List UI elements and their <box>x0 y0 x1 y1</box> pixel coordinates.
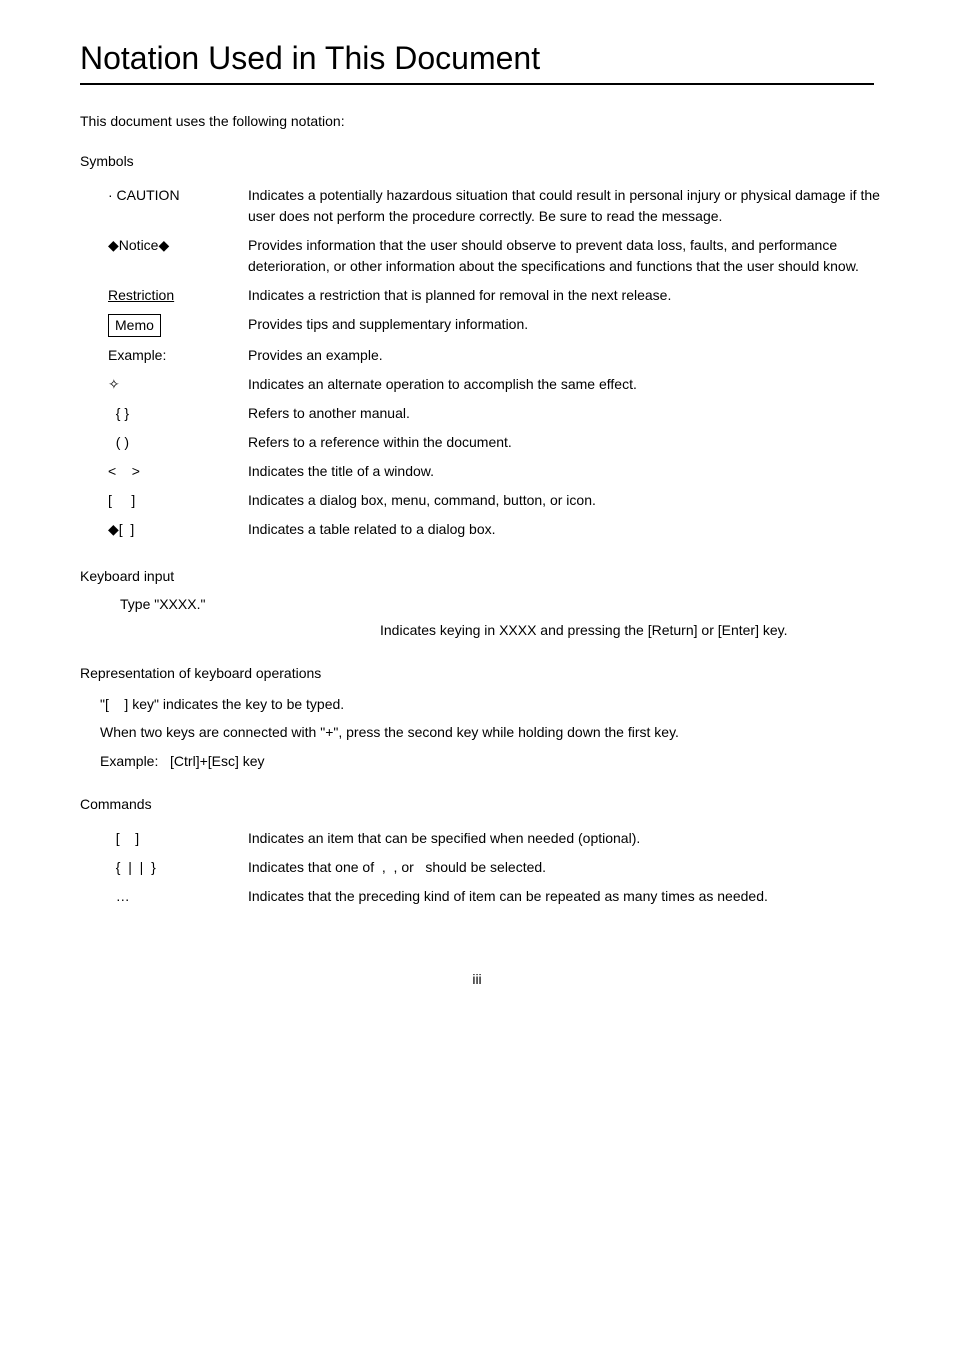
cmd-desc-ellipsis: Indicates that the preceding kind of ite… <box>240 882 894 911</box>
keyboard-desc-text: Indicates keying in XXXX and pressing th… <box>380 620 788 641</box>
keyboard-section-title: Keyboard input <box>80 568 874 584</box>
table-row: < > Indicates the title of a window. <box>100 457 894 486</box>
repr-line-2: When two keys are connected with "+", pr… <box>100 721 874 743</box>
page-footer: iii <box>80 971 874 987</box>
symbol-restriction: Restriction <box>100 281 240 310</box>
table-row: ◆[ ] Indicates a table related to a dial… <box>100 515 894 544</box>
table-row: … Indicates that the preceding kind of i… <box>100 882 894 911</box>
symbol-angle: < > <box>100 457 240 486</box>
repr-line-1: "[ ] key" indicates the key to be typed. <box>100 693 874 715</box>
desc-caution: Indicates a potentially hazardous situat… <box>240 181 894 231</box>
cmd-symbol-ellipsis: … <box>100 882 240 911</box>
table-row: { | | } Indicates that one of , , or sho… <box>100 853 894 882</box>
symbol-caution: · CAUTION <box>100 181 240 231</box>
desc-diamond: Indicates an alternate operation to acco… <box>240 370 894 399</box>
table-row: [ ] Indicates an item that can be specif… <box>100 824 894 853</box>
commands-section-title: Commands <box>80 796 874 812</box>
type-line-text: Type "XXXX." <box>120 596 205 612</box>
table-row: [ ] Indicates a dialog box, menu, comman… <box>100 486 894 515</box>
symbol-diamond: ✧ <box>100 370 240 399</box>
table-row: ( ) Refers to a reference within the doc… <box>100 428 894 457</box>
representation-section: Representation of keyboard operations "[… <box>80 665 874 772</box>
symbol-parens: ( ) <box>100 428 240 457</box>
symbols-section-title: Symbols <box>80 153 874 169</box>
table-row: Memo Provides tips and supplementary inf… <box>100 310 894 341</box>
intro-text: This document uses the following notatio… <box>80 113 874 129</box>
cmd-symbol-optional: [ ] <box>100 824 240 853</box>
cmd-symbol-pipe: { | | } <box>100 853 240 882</box>
symbols-table: · CAUTION Indicates a potentially hazard… <box>100 181 894 544</box>
keyboard-input-section: Keyboard input Type "XXXX." Indicates ke… <box>80 568 874 641</box>
title-rule <box>80 83 874 85</box>
table-row: ✧ Indicates an alternate operation to ac… <box>100 370 894 399</box>
table-row: Restriction Indicates a restriction that… <box>100 281 894 310</box>
commands-table: [ ] Indicates an item that can be specif… <box>100 824 894 911</box>
table-row: { } Refers to another manual. <box>100 399 894 428</box>
symbol-memo: Memo <box>100 310 240 341</box>
symbol-curly: { } <box>100 399 240 428</box>
cmd-desc-optional: Indicates an item that can be specified … <box>240 824 894 853</box>
keyboard-type-line: Type "XXXX." <box>120 596 874 612</box>
symbol-square: [ ] <box>100 486 240 515</box>
symbol-diamond-square: ◆[ ] <box>100 515 240 544</box>
page-container: Notation Used in This Document This docu… <box>0 0 954 1047</box>
desc-angle: Indicates the title of a window. <box>240 457 894 486</box>
commands-section: Commands [ ] Indicates an item that can … <box>80 796 874 911</box>
table-row: ◆Notice◆ Provides information that the u… <box>100 231 894 281</box>
desc-notice: Provides information that the user shoul… <box>240 231 894 281</box>
repr-line-3: Example: [Ctrl]+[Esc] key <box>100 750 874 772</box>
symbols-section: Symbols · CAUTION Indicates a potentiall… <box>80 153 874 544</box>
desc-memo: Provides tips and supplementary informat… <box>240 310 894 341</box>
desc-diamond-square: Indicates a table related to a dialog bo… <box>240 515 894 544</box>
desc-restriction: Indicates a restriction that is planned … <box>240 281 894 310</box>
desc-curly: Refers to another manual. <box>240 399 894 428</box>
page-title: Notation Used in This Document <box>80 40 874 77</box>
desc-example: Provides an example. <box>240 341 894 370</box>
table-row: · CAUTION Indicates a potentially hazard… <box>100 181 894 231</box>
table-row: Example: Provides an example. <box>100 341 894 370</box>
repr-section-title: Representation of keyboard operations <box>80 665 874 681</box>
symbol-notice: ◆Notice◆ <box>100 231 240 281</box>
cmd-desc-pipe: Indicates that one of , , or should be s… <box>240 853 894 882</box>
footer-page-number: iii <box>472 971 481 987</box>
desc-square: Indicates a dialog box, menu, command, b… <box>240 486 894 515</box>
symbol-example: Example: <box>100 341 240 370</box>
desc-parens: Refers to a reference within the documen… <box>240 428 894 457</box>
keyboard-desc-spacer <box>100 620 380 641</box>
